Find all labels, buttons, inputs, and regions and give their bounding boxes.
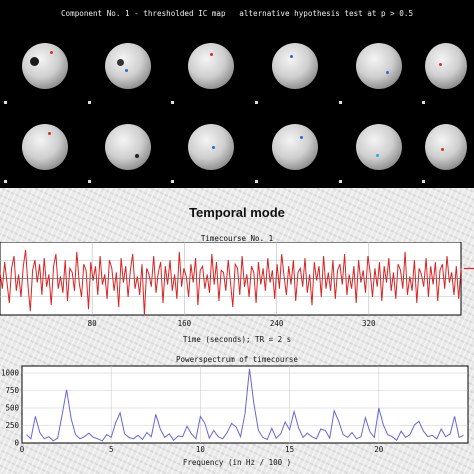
powerspectrum-xtick-label: 5 <box>109 445 114 454</box>
powerspectrum-ytick-label: 250 <box>5 421 19 430</box>
timecourse-chart: 80 160 240 320 <box>0 242 474 328</box>
powerspectrum-ytick-label: 750 <box>5 386 19 395</box>
slice-marker <box>422 101 425 104</box>
brain-slice-1 <box>22 43 68 89</box>
slice-marker <box>339 101 342 104</box>
brain-slice-7 <box>22 124 68 170</box>
timecourse-tick-label: 320 <box>362 319 376 328</box>
activation-dot <box>386 71 389 74</box>
ic-map-title: Component No. 1 - thresholded IC map alt… <box>60 9 414 18</box>
activation-dot <box>212 146 215 149</box>
activation-dot <box>117 59 124 66</box>
slice-marker <box>339 180 342 183</box>
timecourse-tick-label: 240 <box>270 319 284 328</box>
powerspectrum-xtick-label: 20 <box>374 445 384 454</box>
brain-slice-12 <box>425 124 467 170</box>
activation-dot <box>376 154 379 157</box>
brain-slice-8 <box>105 124 151 170</box>
powerspectrum-xtick-label: 0 <box>20 445 25 454</box>
brain-slice-5 <box>356 43 402 89</box>
powerspectrum-ytick-label: 1000 <box>1 369 20 378</box>
powerspectrum-ytick-label: 0 <box>14 439 19 448</box>
activation-dot <box>300 136 303 139</box>
timecourse-xlabel: Time (seconds); TR = 2 s <box>182 335 292 344</box>
activation-dot <box>210 53 213 56</box>
slice-marker <box>171 101 174 104</box>
brain-slice-9 <box>188 124 234 170</box>
brain-slice-2 <box>105 43 151 89</box>
ic-map-panel: Component No. 1 - thresholded IC map alt… <box>0 0 474 188</box>
powerspectrum-ytick-label: 500 <box>5 404 19 413</box>
activation-dot <box>290 55 293 58</box>
powerspectrum-chart: 0 250 500 750 1000 0 5 10 15 20 <box>1 365 469 454</box>
activation-dot <box>135 154 139 158</box>
slice-marker <box>88 180 91 183</box>
powerspectrum-xtick-label: 10 <box>196 445 206 454</box>
slice-marker <box>88 101 91 104</box>
slice-marker <box>255 180 258 183</box>
powerspectrum-xtick-label: 15 <box>285 445 294 454</box>
slice-marker <box>422 180 425 183</box>
brain-slice-3 <box>188 43 234 89</box>
activation-dot <box>441 148 444 151</box>
timecourse-tick-label: 80 <box>88 319 98 328</box>
timecourse-tick-label: 160 <box>178 319 192 328</box>
slice-marker <box>171 180 174 183</box>
activation-dot <box>48 132 51 135</box>
activation-dot <box>30 57 39 66</box>
brain-slice-10 <box>272 124 318 170</box>
powerspectrum-xlabel: Frequency (in Hz / 100 ) <box>182 458 292 467</box>
activation-dot <box>50 51 53 54</box>
slice-marker <box>255 101 258 104</box>
activation-dot <box>125 69 128 72</box>
temporal-mode-heading: Temporal mode <box>189 205 285 220</box>
slice-marker <box>4 101 7 104</box>
brain-slice-6 <box>425 43 467 89</box>
activation-dot <box>439 63 442 66</box>
brain-slice-4 <box>272 43 318 89</box>
brain-slice-11 <box>356 124 402 170</box>
slice-marker <box>4 180 7 183</box>
